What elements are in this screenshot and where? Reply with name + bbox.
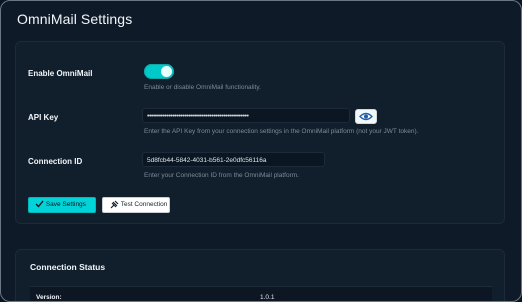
connection-id-input[interactable]: 5d8fcb44-5842-4031-b561-2e0dfc56116a xyxy=(142,152,325,167)
page-title: OmniMail Settings xyxy=(17,11,133,27)
plug-icon xyxy=(110,200,119,209)
test-connection-button[interactable]: Test Connection xyxy=(102,197,170,213)
enable-label: Enable OmniMail xyxy=(28,69,93,78)
settings-card: Enable OmniMail Enable or disable OmniMa… xyxy=(15,41,505,224)
eye-icon xyxy=(359,112,373,121)
api-key-input[interactable]: ••••••••••••••••••••••••••••••••••••••••… xyxy=(142,108,350,123)
test-connection-label: Test Connection xyxy=(120,201,168,208)
save-settings-button[interactable]: Save Settings xyxy=(28,197,96,213)
api-key-label: API Key xyxy=(28,113,59,122)
connection-status-title: Connection Status xyxy=(30,262,106,272)
api-key-help: Enter the API Key from your connection s… xyxy=(144,128,419,135)
settings-window: OmniMail Settings Enable OmniMail Enable… xyxy=(0,0,522,302)
connection-status-card: Connection Status Version: 1.0.1 xyxy=(15,249,505,301)
connection-id-label: Connection ID xyxy=(28,157,83,166)
connection-id-help: Enter your Connection ID from the OmniMa… xyxy=(144,172,299,179)
enable-toggle[interactable] xyxy=(144,64,174,79)
status-key: Version: xyxy=(36,294,62,301)
status-value: 1.0.1 xyxy=(260,294,275,301)
save-settings-label: Save Settings xyxy=(45,201,86,208)
toggle-visibility-button[interactable] xyxy=(355,109,377,124)
check-icon xyxy=(35,200,44,208)
toggle-knob xyxy=(161,66,172,77)
status-table-row: Version: 1.0.1 xyxy=(30,286,492,301)
enable-help: Enable or disable OmniMail functionality… xyxy=(144,84,261,91)
